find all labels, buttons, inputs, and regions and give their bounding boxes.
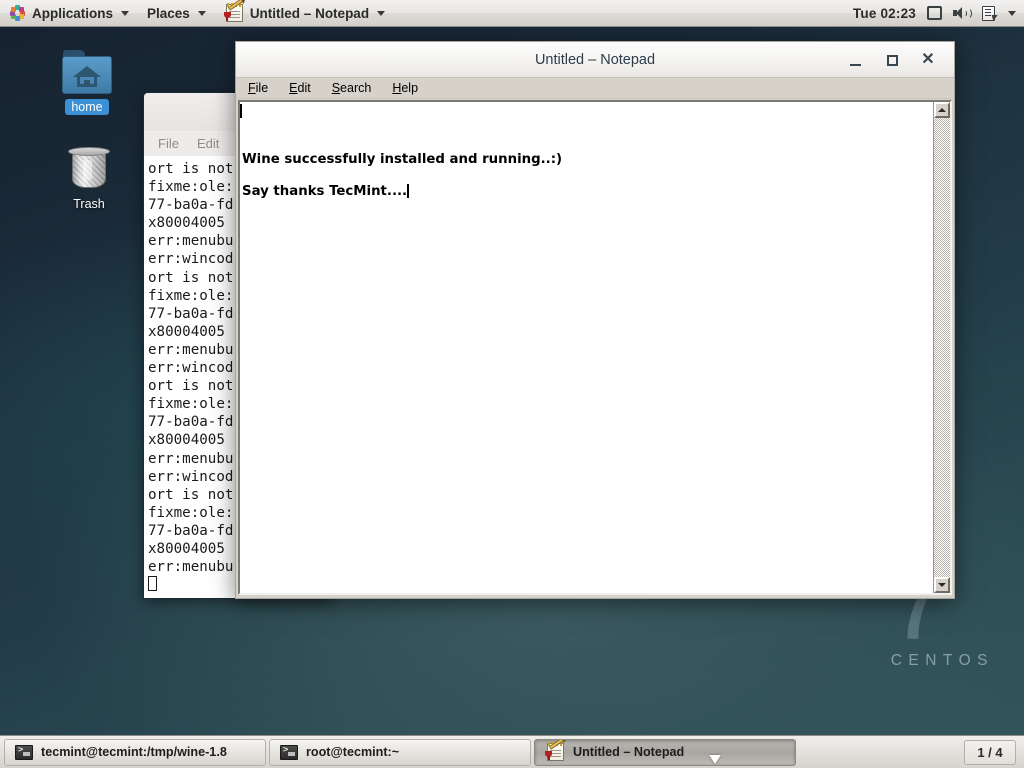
places-menu[interactable]: Places [138, 0, 215, 26]
applications-menu-label: Applications [32, 5, 114, 21]
chevron-down-icon [377, 10, 386, 16]
home-folder-icon [62, 50, 112, 94]
menu-edit-mnemonic: E [289, 81, 298, 95]
notepad-titlebar[interactable]: Untitled – Notepad ✕ [236, 42, 954, 78]
text-origin-caret [240, 104, 242, 118]
top-panel[interactable]: Applications Places Untitled – Notepad T… [0, 0, 1024, 27]
notepad-line-text: Say thanks TecMint.... [242, 184, 408, 199]
chevron-down-icon [121, 10, 130, 16]
desktop-icon-label: Trash [73, 197, 105, 211]
taskbar-item-terminal-wine[interactable]: tecmint@tecmint:/tmp/wine-1.8 [4, 738, 266, 766]
taskbar-item-label: tecmint@tecmint:/tmp/wine-1.8 [41, 745, 227, 759]
desktop-icon-trash[interactable]: Trash [52, 145, 126, 212]
taskbar-item-label: Untitled – Notepad [573, 745, 685, 759]
close-button[interactable]: ✕ [918, 50, 938, 70]
battery-doc-icon[interactable] [982, 5, 995, 21]
menu-edit-rest: dit [297, 81, 311, 95]
notepad-text-area[interactable]: Wine successfully installed and running.… [240, 102, 933, 593]
maximize-icon [886, 54, 898, 66]
taskbar-item-notepad[interactable]: Untitled – Notepad [534, 738, 796, 766]
menu-file-rest: ile [255, 81, 269, 95]
notepad-window[interactable]: Untitled – Notepad ✕ File Edit Search He… [235, 41, 955, 599]
chevron-up-icon [938, 108, 946, 112]
menu-help-mnemonic: H [392, 81, 402, 95]
wine-notepad-icon [223, 0, 244, 22]
applications-menu[interactable]: Applications [0, 0, 138, 26]
terminal-menu-edit[interactable]: Edit [197, 136, 219, 151]
notepad-vertical-scrollbar[interactable] [933, 102, 950, 593]
taskbar[interactable]: tecmint@tecmint:/tmp/wine-1.8 root@tecmi… [0, 735, 1024, 768]
speaker-icon[interactable] [953, 6, 972, 20]
taskbar-item-label: root@tecmint:~ [306, 745, 400, 759]
desktop-icon-home[interactable]: home [50, 50, 124, 115]
active-window-menu[interactable]: Untitled – Notepad [215, 0, 394, 26]
chevron-down-icon [197, 10, 206, 16]
places-menu-label: Places [147, 5, 190, 21]
notepad-client-area[interactable]: Wine successfully installed and running.… [238, 100, 952, 595]
notepad-menubar[interactable]: File Edit Search Help [236, 78, 954, 99]
notepad-line: Wine successfully installed and running.… [242, 152, 933, 168]
wine-notepad-icon [545, 739, 565, 761]
taskbar-item-terminal-root[interactable]: root@tecmint:~ [269, 738, 531, 766]
menu-search-rest: earch [340, 81, 372, 95]
minimize-button[interactable] [846, 50, 866, 70]
menu-edit[interactable]: Edit [285, 80, 315, 96]
mouse-cursor [709, 755, 721, 764]
notepad-line-text: Wine successfully installed and running.… [242, 152, 563, 167]
menu-file-mnemonic: F [248, 81, 256, 95]
scroll-down-button[interactable] [934, 577, 950, 593]
panel-dropdown-icon[interactable] [1008, 10, 1016, 16]
distro-logo-icon [9, 5, 26, 22]
panel-status-area[interactable]: Tue 02:23 [853, 0, 1024, 26]
text-caret [407, 184, 409, 198]
maximize-button[interactable] [882, 50, 902, 70]
terminal-icon [280, 744, 298, 760]
workspace-indicator[interactable]: 1 / 4 [964, 739, 1016, 765]
desktop[interactable]: 7 CENTOS home Trash File Edit V ort is n… [0, 0, 1024, 768]
trash-icon [66, 145, 112, 191]
clock[interactable]: Tue 02:23 [853, 6, 916, 21]
terminal-menu-file[interactable]: File [158, 136, 179, 151]
active-window-label: Untitled – Notepad [249, 5, 370, 21]
menu-help[interactable]: Help [388, 80, 422, 96]
menu-search[interactable]: Search [328, 80, 376, 96]
terminal-icon [15, 744, 33, 760]
menu-help-rest: elp [401, 81, 419, 95]
menu-file[interactable]: File [244, 80, 272, 96]
desktop-icon-label: home [65, 99, 109, 115]
scroll-up-button[interactable] [934, 102, 950, 118]
notepad-line: Say thanks TecMint.... [242, 184, 933, 200]
notepad-window-title: Untitled – Notepad [534, 51, 656, 68]
chevron-down-icon [938, 583, 946, 587]
centos-wordmark: CENTOS [890, 652, 994, 669]
display-icon[interactable] [927, 6, 942, 20]
menu-search-mnemonic: S [331, 81, 341, 95]
notepad-line [242, 168, 933, 184]
